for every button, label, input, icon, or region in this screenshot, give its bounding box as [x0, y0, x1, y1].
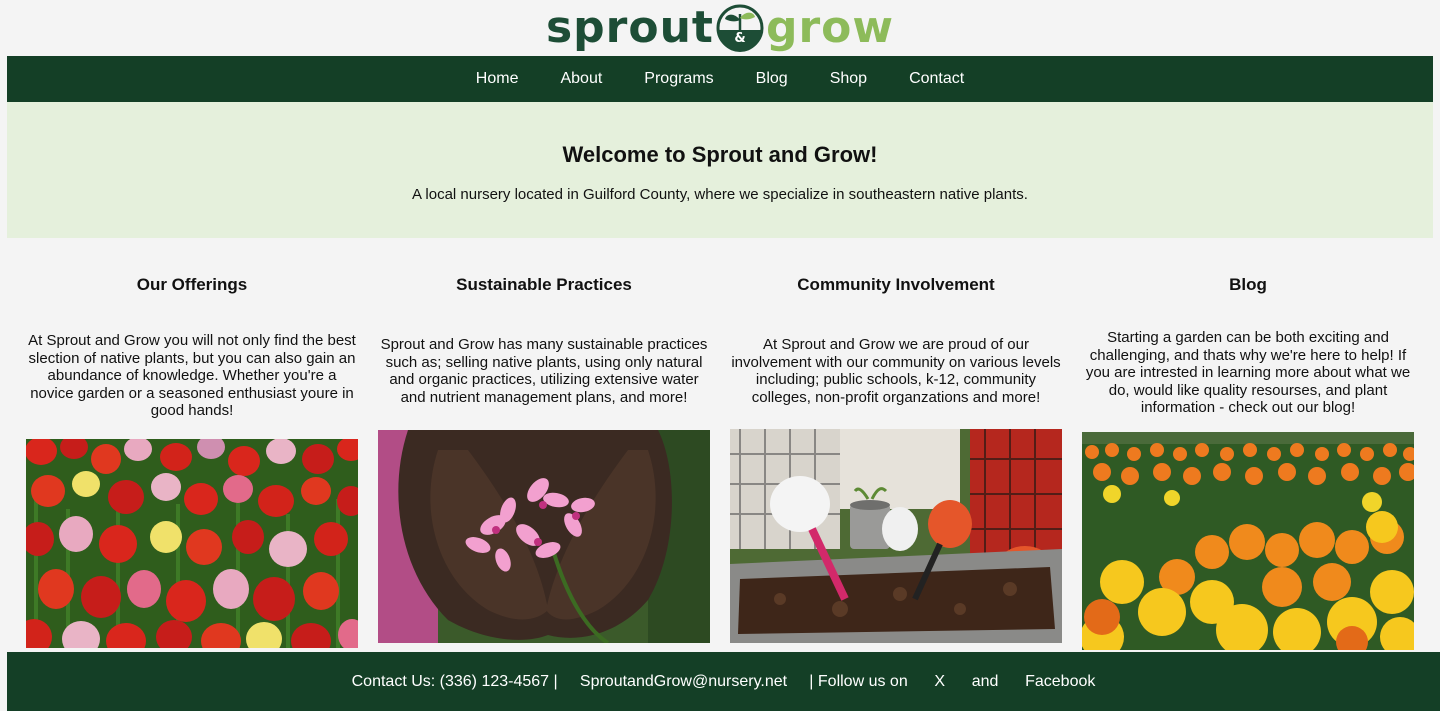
offerings-text: At Sprout and Grow you will not only fin… — [28, 332, 356, 419]
nav-contact[interactable]: Contact — [909, 70, 964, 88]
seedling-logo-icon: & — [716, 4, 764, 52]
offerings-title: Our Offerings — [136, 275, 248, 294]
nav-programs[interactable]: Programs — [644, 70, 713, 88]
footer-x-link[interactable]: X — [934, 673, 945, 691]
logo-ampersand: & — [734, 31, 745, 46]
footer-contact-phone: Contact Us: (336) 123-4567 | — [351, 672, 558, 690]
gardeners-soil-image — [730, 429, 1062, 643]
footer-and-text: and — [971, 672, 999, 690]
hero-banner: Welcome to Sprout and Grow! A local nurs… — [7, 102, 1433, 238]
logo-text-grow: grow — [765, 2, 895, 53]
nav-home[interactable]: Home — [476, 70, 519, 88]
sustainable-title: Sustainable Practices — [456, 275, 632, 294]
main-nav: Home About Programs Blog Shop Contact — [7, 56, 1433, 102]
footer-follow-text: | Follow us on — [809, 672, 908, 690]
logo-text-sprout: sprout — [545, 2, 714, 53]
marigold-field-image — [1082, 432, 1414, 650]
sustainable-text: Sprout and Grow has many sustainable pra… — [380, 336, 708, 406]
blog-text: Starting a garden can be both exciting a… — [1085, 329, 1411, 416]
hero-subtitle: A local nursery located in Guilford Coun… — [412, 186, 1028, 203]
hands-flower-image — [378, 430, 710, 643]
footer-facebook-link[interactable]: Facebook — [1025, 673, 1095, 691]
community-text: At Sprout and Grow we are proud of our i… — [731, 336, 1061, 406]
site-footer: Contact Us: (336) 123-4567 | SproutandGr… — [7, 652, 1440, 711]
footer-email-link[interactable]: SproutandGrow@nursery.net — [580, 673, 787, 691]
nav-blog[interactable]: Blog — [756, 70, 788, 88]
tulip-field-image — [26, 439, 358, 648]
nav-about[interactable]: About — [560, 70, 602, 88]
blog-title: Blog — [1229, 275, 1267, 294]
nav-shop[interactable]: Shop — [830, 70, 867, 88]
site-logo[interactable]: sprout & grow — [0, 0, 1440, 56]
hero-title: Welcome to Sprout and Grow! — [562, 142, 878, 167]
community-title: Community Involvement — [797, 275, 995, 294]
